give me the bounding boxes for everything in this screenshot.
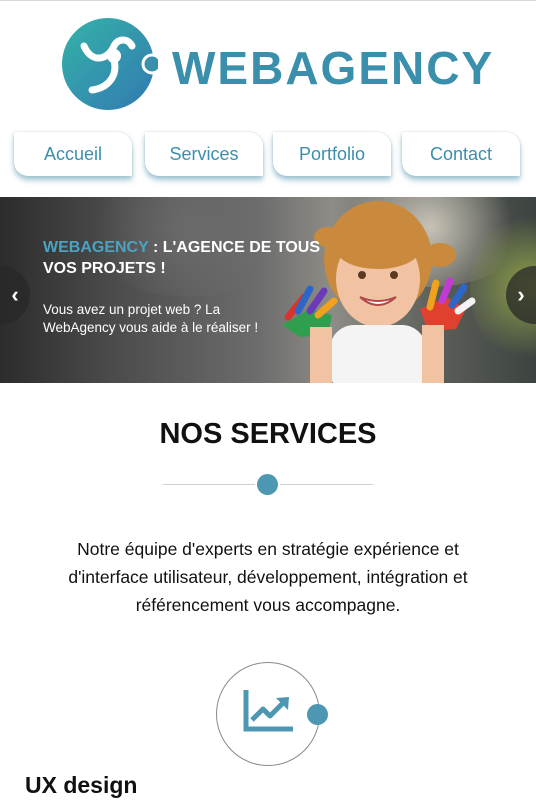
nav-item-services[interactable]: Services	[145, 132, 263, 176]
main-nav: Accueil Services Portfolio Contact	[14, 132, 524, 180]
logo-text: WEBAGENCY	[172, 42, 495, 94]
nav-item-portfolio[interactable]: Portfolio	[273, 132, 391, 176]
service-title: UX design	[25, 772, 138, 798]
top-border	[0, 0, 536, 1]
hero-title-brand: WEBAGENCY	[43, 239, 149, 256]
hero-slider: WEBAGENCY : L'AGENCE DE TOUS VOS PROJETS…	[0, 197, 536, 383]
site-logo[interactable]: WEBAGENCY	[62, 16, 492, 112]
nav-item-contact[interactable]: Contact	[402, 132, 520, 176]
hero-title: WEBAGENCY : L'AGENCE DE TOUS VOS PROJETS…	[43, 237, 343, 279]
chart-growth-icon	[243, 690, 293, 732]
hero-child-image	[282, 201, 476, 383]
divider-dot	[257, 474, 278, 495]
divider-line	[280, 484, 373, 485]
section-divider	[163, 474, 373, 495]
service-accent-dot	[307, 704, 328, 725]
nav-item-accueil[interactable]: Accueil	[14, 132, 132, 176]
chevron-left-icon: ‹	[11, 282, 19, 307]
hero-text: Vous avez un projet web ? La WebAgency v…	[43, 302, 259, 335]
section-description: Notre équipe d'experts en stratégie expé…	[68, 539, 468, 615]
chevron-right-icon: ›	[517, 282, 525, 307]
webagency-logo-icon	[62, 18, 158, 110]
divider-line	[163, 484, 255, 485]
section-title: NOS SERVICES	[159, 418, 377, 450]
